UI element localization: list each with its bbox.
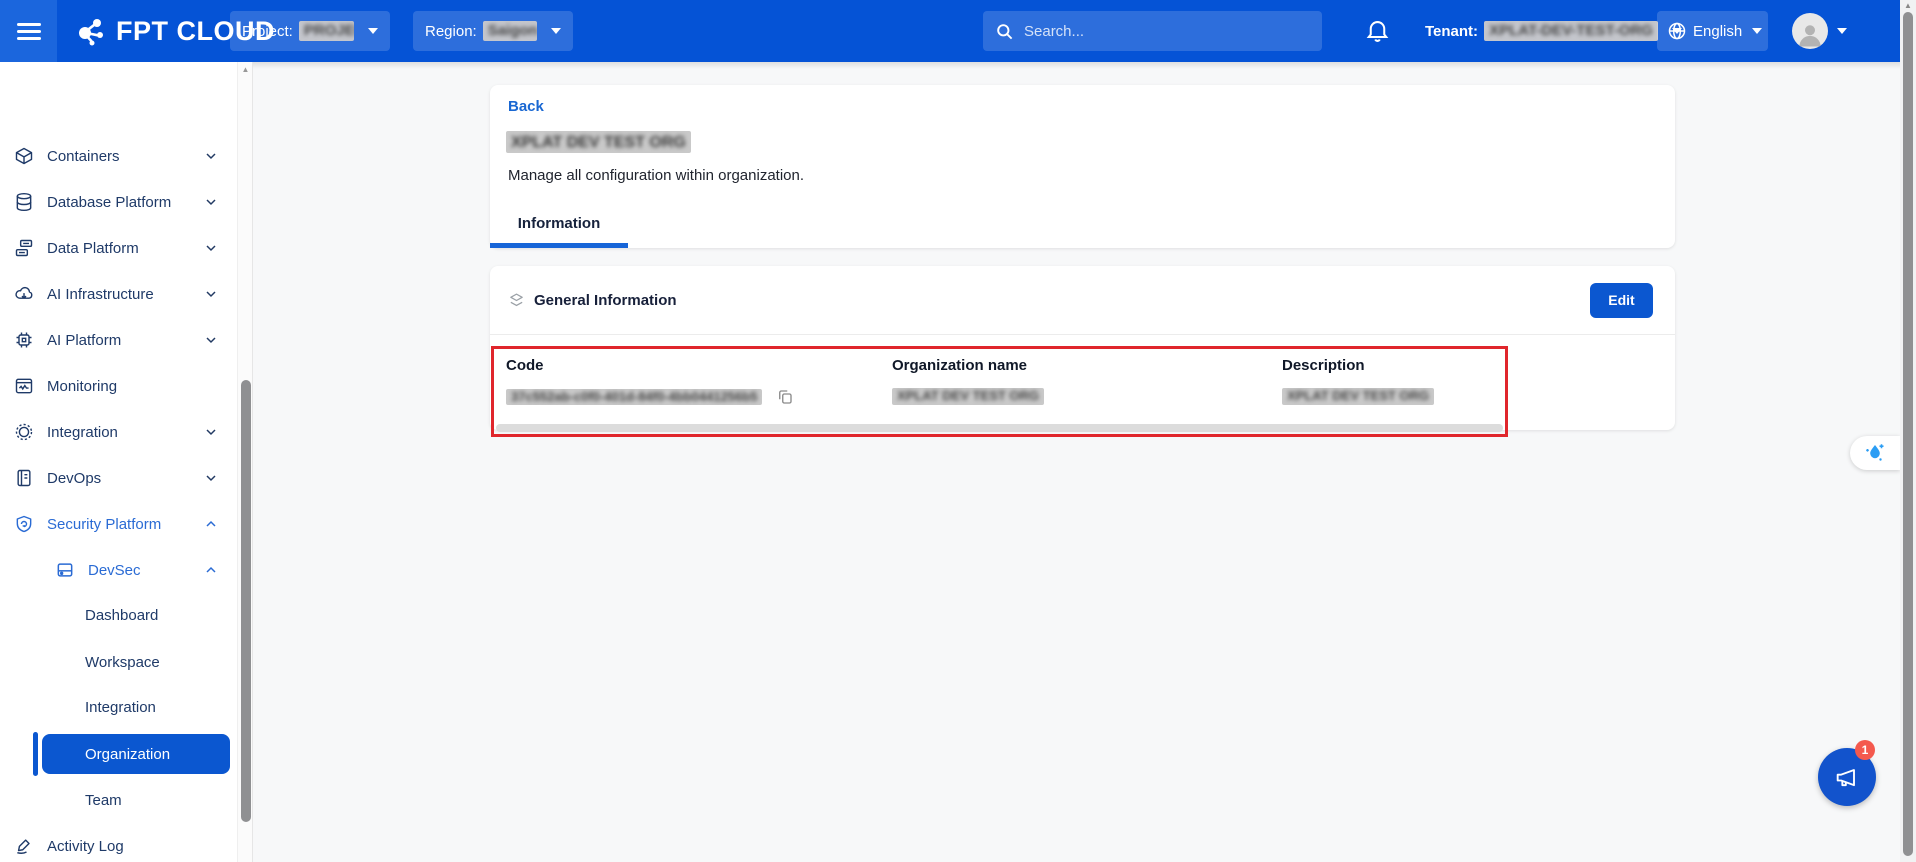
chevron-up-icon	[203, 562, 219, 578]
region-value-redacted: Saigon (Vietn...	[483, 21, 537, 40]
user-menu[interactable]	[1792, 13, 1847, 49]
shield-refresh-icon	[14, 514, 34, 534]
notification-bell-icon[interactable]	[1364, 17, 1391, 44]
fpt-molecule-icon	[72, 13, 108, 49]
sidebar-item-ai-platform[interactable]: AI Platform	[0, 317, 237, 363]
cloud-icon	[14, 284, 34, 304]
copy-icon[interactable]	[776, 388, 794, 406]
sidebar-item-devops[interactable]: DevOps	[0, 455, 237, 501]
containers-icon	[14, 146, 34, 166]
chevron-down-icon	[203, 148, 219, 164]
sidebar-item-activity-log[interactable]: Activity Log	[0, 823, 237, 862]
top-navbar: FPT CLOUD Project: PROJECT_XPL Region: S…	[0, 0, 1900, 62]
global-search	[983, 11, 1322, 51]
fields-row: Code 37c552ab-c0f0-401d-84f0-4bb0441256b…	[490, 335, 1675, 429]
chevron-up-icon	[203, 516, 219, 532]
chevron-down-icon	[203, 194, 219, 210]
sidebar-item-data-platform[interactable]: Data Platform	[0, 225, 237, 271]
scroll-up-arrow-icon[interactable]: ▲	[1900, 1, 1916, 10]
edit-button[interactable]: Edit	[1590, 283, 1653, 318]
chevron-down-icon	[203, 470, 219, 486]
chevron-down-icon	[203, 286, 219, 302]
megaphone-icon	[1833, 763, 1861, 791]
monitoring-icon	[14, 376, 34, 396]
sidebar-scrollbar[interactable]: ▲	[237, 62, 253, 862]
card-header: General Information Edit	[490, 266, 1675, 335]
field-code: Code 37c552ab-c0f0-401d-84f0-4bb0441256b…	[506, 357, 794, 406]
window-scrollbar[interactable]: ▲	[1900, 0, 1916, 862]
database-icon	[14, 192, 34, 212]
sidebar-item-integration[interactable]: Integration	[0, 409, 237, 455]
caret-down-icon	[368, 28, 378, 34]
region-selector[interactable]: Region: Saigon (Vietn...	[413, 11, 573, 51]
layers-icon	[508, 292, 525, 309]
sidebar-item-workspace[interactable]: Workspace	[0, 639, 237, 685]
description-value-redacted: XPLAT DEV TEST ORG	[1282, 388, 1434, 405]
chevron-down-icon	[203, 424, 219, 440]
scrollbar-thumb[interactable]	[241, 380, 251, 822]
search-icon	[995, 22, 1014, 41]
caret-down-icon	[1837, 28, 1847, 34]
integration-gear-icon	[14, 422, 34, 442]
devsec-drive-icon	[55, 560, 75, 580]
project-value-redacted: PROJECT_XPL	[299, 21, 354, 40]
chip-icon	[14, 330, 34, 350]
globe-icon	[1667, 21, 1687, 41]
section-title: General Information	[534, 292, 677, 309]
field-description: Description XPLAT DEV TEST ORG	[1282, 357, 1434, 405]
chevron-down-icon	[203, 240, 219, 256]
pen-icon	[14, 836, 34, 856]
title-redacted: XPLAT DEV TEST ORG	[506, 131, 691, 153]
sidebar-item-ai-infrastructure[interactable]: AI Infrastructure	[0, 271, 237, 317]
devops-journal-icon	[14, 468, 34, 488]
scrollbar-thumb[interactable]	[1903, 12, 1913, 856]
ai-assistant-tab[interactable]	[1850, 436, 1900, 470]
sidebar-nav: Containers Database Platform Data Platfo…	[0, 62, 253, 862]
sidebar-item-security-platform[interactable]: Security Platform	[0, 501, 237, 547]
hamburger-menu-button[interactable]	[0, 0, 57, 62]
page-title: XPLAT DEV TEST ORG	[506, 131, 691, 153]
tenant-value-redacted: XPLAT-DEV-TEST-ORG	[1484, 21, 1658, 40]
organization-header-card: Back XPLAT DEV TEST ORG Manage all confi…	[490, 85, 1675, 248]
sidebar-item-team[interactable]: Team	[0, 777, 237, 823]
language-selector[interactable]: English	[1657, 11, 1768, 51]
project-selector[interactable]: Project: PROJECT_XPL	[230, 11, 390, 51]
droplet-sparkle-icon	[1862, 440, 1888, 466]
back-link[interactable]: Back	[508, 98, 544, 115]
sidebar-item-organization[interactable]: Organization	[42, 734, 230, 774]
data-platform-icon	[14, 238, 34, 258]
hamburger-icon	[17, 19, 41, 44]
notification-badge: 1	[1855, 740, 1875, 760]
sidebar-item-database-platform[interactable]: Database Platform	[0, 179, 237, 225]
chevron-down-icon	[203, 332, 219, 348]
caret-down-icon	[1752, 28, 1762, 34]
scroll-up-arrow-icon[interactable]: ▲	[238, 65, 253, 74]
general-information-card: General Information Edit Code 37c552ab-c…	[490, 266, 1675, 430]
sidebar-item-integration-sub[interactable]: Integration	[0, 684, 237, 730]
code-value-redacted: 37c552ab-c0f0-401d-84f0-4bb0441256b5	[506, 389, 762, 406]
avatar	[1792, 13, 1828, 49]
org-name-value-redacted: XPLAT DEV TEST ORG	[892, 388, 1044, 405]
active-item-indicator	[33, 732, 38, 776]
tenant-selector[interactable]: Tenant: XPLAT-DEV-TEST-ORG	[1425, 0, 1682, 62]
sidebar-item-monitoring[interactable]: Monitoring	[0, 363, 237, 409]
sidebar-item-dashboard[interactable]: Dashboard	[0, 592, 237, 638]
sidebar-item-devsec[interactable]: DevSec	[0, 547, 237, 593]
sidebar-item-containers[interactable]: Containers	[0, 133, 237, 179]
field-organization-name: Organization name XPLAT DEV TEST ORG	[892, 357, 1044, 405]
tab-information[interactable]: Information	[490, 204, 628, 248]
caret-down-icon	[551, 28, 561, 34]
search-input[interactable]	[1024, 23, 1284, 40]
page-subtitle: Manage all configuration within organiza…	[508, 167, 804, 184]
